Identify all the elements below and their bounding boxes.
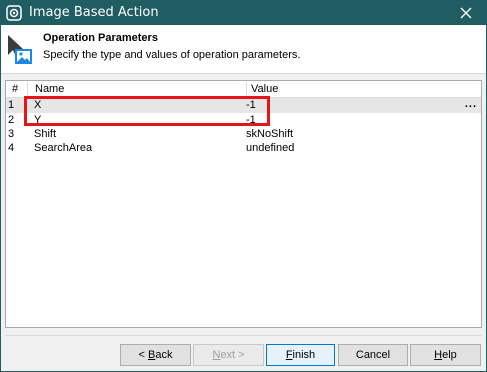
app-icon (6, 5, 22, 21)
next-button[interactable]: Next > (193, 344, 264, 366)
close-button[interactable] (446, 1, 486, 25)
column-header-name[interactable]: Name (35, 83, 64, 95)
param-value[interactable]: -1 (246, 99, 256, 112)
close-icon (460, 7, 472, 19)
header-title: Operation Parameters (43, 32, 158, 44)
table-row[interactable]: 1 X -1 ... (6, 98, 481, 113)
param-name: X (34, 99, 42, 111)
column-header-index[interactable]: # (12, 83, 18, 95)
image-action-icon (7, 33, 37, 67)
row-index: 4 (8, 142, 15, 154)
column-divider[interactable] (246, 82, 247, 96)
image-based-action-dialog: Image Based Action Operation Parameters … (0, 0, 487, 372)
param-name: Y (34, 114, 42, 126)
back-button-rest: ack (155, 349, 173, 361)
param-value[interactable]: -1 (246, 114, 256, 127)
param-name: Shift (34, 128, 57, 140)
help-button-mnemonic: H (434, 349, 443, 361)
param-value[interactable]: undefined (246, 142, 294, 155)
row-index: 2 (8, 114, 15, 126)
row-index: 3 (8, 128, 15, 140)
param-name: SearchArea (34, 142, 93, 154)
window-title: Image Based Action (29, 5, 159, 20)
back-button-mnemonic: B (148, 349, 156, 361)
cancel-button-label: Cancel (355, 349, 391, 361)
table-row[interactable]: 3 Shift skNoShift (6, 127, 481, 142)
back-button-prefix: < (138, 349, 148, 361)
next-button-rest: ext > (220, 349, 245, 361)
grid-header: # Name Value (6, 81, 481, 98)
parameters-grid[interactable]: # Name Value 1 X -1 ... 2 Y -1 3 Shift s… (5, 80, 482, 328)
edit-value-button[interactable]: ... (465, 98, 477, 110)
column-header-value[interactable]: Value (251, 83, 278, 95)
header-subtitle: Specify the type and values of operation… (43, 49, 301, 61)
cancel-button[interactable]: Cancel (338, 344, 408, 366)
footer-divider (5, 335, 482, 336)
wizard-header: Operation Parameters Specify the type an… (1, 25, 486, 74)
row-index: 1 (8, 99, 15, 111)
next-button-mnemonic: N (212, 349, 221, 361)
column-divider[interactable] (27, 82, 28, 96)
finish-button[interactable]: Finish (266, 344, 335, 366)
back-button[interactable]: < Back (120, 344, 191, 366)
help-button[interactable]: Help (410, 344, 481, 366)
table-row[interactable]: 2 Y -1 (6, 113, 481, 128)
finish-button-rest: inish (292, 349, 316, 361)
table-row[interactable]: 4 SearchArea undefined (6, 141, 481, 156)
title-bar: Image Based Action (1, 1, 486, 25)
param-value[interactable]: skNoShift (246, 128, 293, 141)
finish-button-mnemonic: F (285, 349, 293, 361)
help-button-rest: elp (442, 349, 457, 361)
